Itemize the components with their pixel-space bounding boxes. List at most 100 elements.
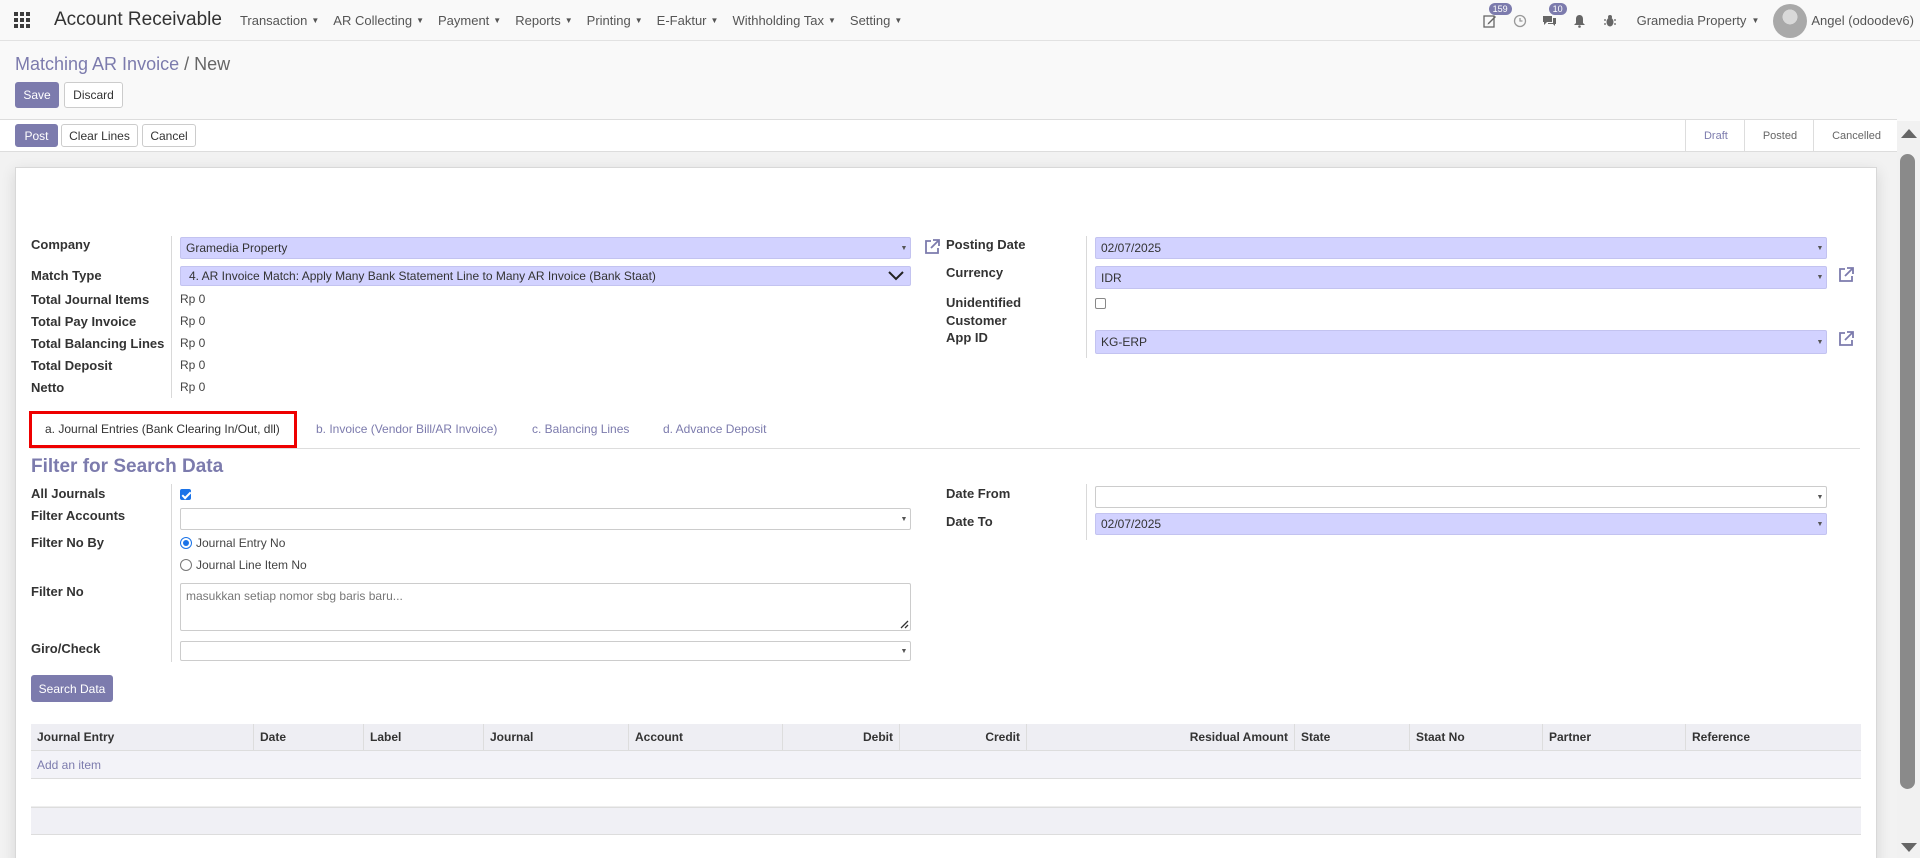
page-scrollbar[interactable] [1897, 121, 1920, 858]
clear-lines-button[interactable]: Clear Lines [61, 124, 138, 147]
radio-journal-entry-no[interactable] [180, 537, 192, 549]
caret-down-icon: ▼ [416, 15, 424, 25]
caret-down-icon: ▼ [564, 15, 573, 25]
currency-field[interactable]: IDR ▼ [1095, 266, 1827, 289]
bell-icon[interactable] [1565, 0, 1595, 41]
filter-no-label: Filter No [31, 584, 84, 599]
stage-cancelled[interactable]: Cancelled [1813, 120, 1897, 151]
table-row [31, 779, 1861, 807]
messages-icon[interactable]: 10 [1535, 0, 1567, 41]
caret-down-icon: ▼ [710, 15, 719, 25]
user-name: Angel (odoodev6) [1811, 13, 1914, 28]
app-id-field[interactable]: KG-ERP ▼ [1095, 330, 1827, 354]
menu-setting[interactable]: Setting ▼ [850, 13, 902, 28]
scroll-up-arrow-icon[interactable] [1901, 129, 1917, 138]
menu-payment[interactable]: Payment ▼ [438, 13, 501, 28]
search-data-button[interactable]: Search Data [31, 675, 113, 702]
unidentified-customer-checkbox[interactable] [1095, 298, 1106, 309]
col-account[interactable]: Account [628, 724, 782, 751]
col-journal[interactable]: Journal [483, 724, 628, 751]
giro-check-label: Giro/Check [31, 641, 101, 656]
caret-down-icon: ▼ [634, 15, 643, 25]
resize-handle-icon[interactable] [899, 619, 909, 629]
col-credit[interactable]: Credit [899, 724, 1026, 751]
radio-journal-line-item-no[interactable] [180, 559, 192, 571]
posting-date-label: Posting Date [946, 237, 1026, 252]
tab-journal-entries[interactable]: a. Journal Entries (Bank Clearing In/Out… [45, 422, 280, 436]
date-from-field[interactable]: ▼ [1095, 486, 1827, 508]
caret-down-icon: ▼ [1751, 16, 1760, 25]
external-link-icon[interactable] [1837, 266, 1855, 284]
menu-transaction[interactable]: Transaction ▼ [240, 13, 319, 28]
filter-no-textarea[interactable]: masukkan setiap nomor sbg baris baru... [180, 583, 911, 631]
date-to-field[interactable]: 02/07/2025 ▼ [1095, 513, 1827, 535]
posting-date-field[interactable]: 02/07/2025 ▼ [1095, 237, 1827, 259]
form-statusbar: Post Clear Lines Cancel Draft Posted Can… [0, 119, 1897, 152]
date-from-label: Date From [946, 486, 1011, 501]
col-reference[interactable]: Reference [1685, 724, 1861, 751]
dropdown-caret-icon: ▼ [1816, 338, 1824, 346]
tab-advance-deposit[interactable]: d. Advance Deposit [663, 422, 766, 436]
stage-posted[interactable]: Posted [1743, 120, 1813, 151]
post-button[interactable]: Post [15, 124, 58, 147]
col-staat-no[interactable]: Staat No [1409, 724, 1542, 751]
apps-menu-icon[interactable] [0, 0, 44, 41]
total-pay-invoice-label: Total Pay Invoice [31, 314, 137, 329]
clock-icon[interactable] [1505, 0, 1535, 41]
user-menu[interactable]: Angel (odoodev6) [1773, 3, 1914, 38]
radio-journal-line-item-no-label[interactable]: Journal Line Item No [196, 558, 307, 572]
discard-button[interactable]: Discard [64, 82, 123, 108]
radio-journal-entry-no-label[interactable]: Journal Entry No [196, 536, 285, 550]
all-journals-checkbox[interactable] [180, 489, 191, 500]
scroll-down-arrow-icon[interactable] [1901, 843, 1917, 852]
bug-icon[interactable] [1595, 0, 1625, 41]
caret-down-icon: ▼ [311, 15, 320, 25]
filter-no-placeholder: masukkan setiap nomor sbg baris baru... [186, 589, 403, 603]
breadcrumb-parent[interactable]: Matching AR Invoice [15, 54, 179, 74]
scrollbar-thumb[interactable] [1900, 154, 1915, 789]
match-type-select[interactable]: 4. AR Invoice Match: Apply Many Bank Sta… [180, 266, 911, 286]
col-residual-amount[interactable]: Residual Amount [1026, 724, 1294, 751]
menu-reports[interactable]: Reports ▼ [515, 13, 572, 28]
col-label[interactable]: Label [363, 724, 483, 751]
col-journal-entry[interactable]: Journal Entry [31, 724, 253, 751]
filter-section-title: Filter for Search Data [31, 456, 224, 477]
external-link-icon[interactable] [923, 238, 941, 256]
filter-accounts-field[interactable]: ▼ [180, 508, 911, 530]
external-link-icon[interactable] [1837, 330, 1855, 348]
netto-label: Netto [31, 380, 65, 395]
company-field[interactable]: Gramedia Property ▼ [180, 237, 911, 259]
unidentified-customer-label-line2: Customer [946, 313, 1007, 328]
menu-ar-collecting[interactable]: AR Collecting ▼ [333, 13, 424, 28]
menu-printing[interactable]: Printing ▼ [587, 13, 643, 28]
tab-balancing-lines[interactable]: c. Balancing Lines [532, 422, 629, 436]
save-button[interactable]: Save [15, 82, 59, 108]
all-journals-label: All Journals [31, 486, 106, 501]
total-journal-items-label: Total Journal Items [31, 292, 150, 307]
stage-draft: Draft [1684, 120, 1744, 151]
col-state[interactable]: State [1294, 724, 1409, 751]
label-divider [171, 484, 172, 662]
menu-e-faktur[interactable]: E-Faktur ▼ [657, 13, 719, 28]
col-date[interactable]: Date [253, 724, 363, 751]
label-divider [1086, 484, 1087, 540]
col-partner[interactable]: Partner [1542, 724, 1685, 751]
main-menu: Transaction ▼ AR Collecting ▼ Payment ▼ Rep… [240, 13, 916, 28]
status-stages: Draft Posted Cancelled [1684, 120, 1897, 151]
company-switcher[interactable]: Gramedia Property ▼ [1637, 13, 1760, 28]
breadcrumb-separator: / [184, 54, 190, 74]
caret-down-icon: ▼ [827, 15, 836, 25]
col-debit[interactable]: Debit [782, 724, 899, 751]
giro-check-field[interactable]: ▼ [180, 641, 911, 661]
add-item-link[interactable]: Add an item [37, 758, 101, 772]
menu-withholding-tax[interactable]: Withholding Tax ▼ [732, 13, 835, 28]
tab-invoice[interactable]: b. Invoice (Vendor Bill/AR Invoice) [316, 422, 497, 436]
tabs-divider [30, 448, 1860, 449]
cancel-button[interactable]: Cancel [142, 124, 196, 147]
app-title: Account Receivable [54, 9, 222, 30]
table-footer-row [31, 807, 1861, 835]
edit-activity-icon[interactable]: 159 [1475, 0, 1512, 41]
dropdown-caret-icon: ▼ [1816, 520, 1824, 528]
breadcrumb: Matching AR Invoice / New [15, 54, 230, 75]
avatar [1773, 3, 1808, 38]
